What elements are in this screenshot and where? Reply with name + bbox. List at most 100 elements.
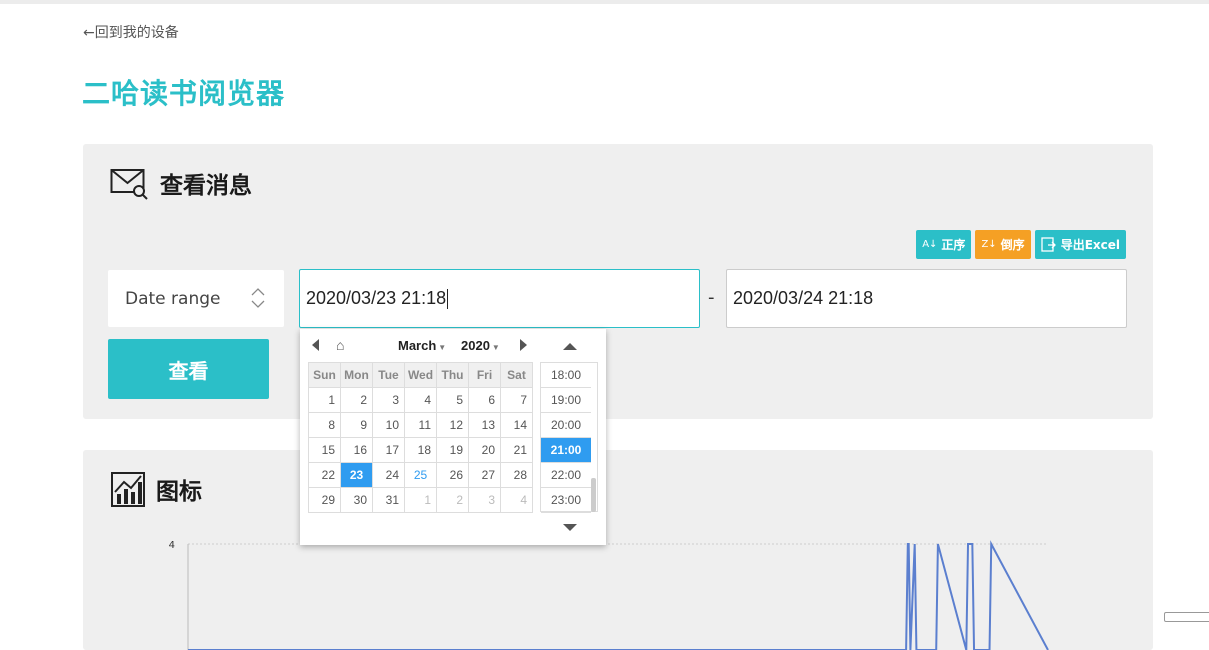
chart-series-line	[188, 540, 1049, 650]
calendar-day[interactable]: 31	[372, 487, 405, 513]
calendar-day[interactable]: 17	[372, 437, 405, 463]
calendar-day[interactable]: 14	[500, 412, 533, 438]
chart-panel: 图标 4	[83, 450, 1153, 650]
weekday-header: Sat	[500, 362, 533, 388]
sort-button-group: A↓ 正序 Z↓ 倒序 导出Excel	[916, 230, 1126, 259]
calendar-day[interactable]: 27	[468, 462, 501, 488]
calendar-day[interactable]: 22	[308, 462, 341, 488]
sort-desc-icon: Z↓	[981, 238, 997, 250]
calendar-day[interactable]: 12	[436, 412, 469, 438]
time-scroll-up-icon[interactable]	[563, 343, 577, 350]
calendar-day[interactable]: 11	[404, 412, 437, 438]
calendar-day[interactable]: 29	[308, 487, 341, 513]
time-option[interactable]: 20:00	[541, 413, 591, 438]
calendar-day[interactable]: 8	[308, 412, 341, 438]
month-dropdown[interactable]: March ▼	[398, 338, 446, 353]
calendar-day[interactable]: 10	[372, 412, 405, 438]
calendar-grid: Sun Mon Tue Wed Thu Fri Sat 1 2 3 4 5 6 7 8 9 10 11 12 13 1…	[308, 362, 533, 513]
corner-widget[interactable]	[1164, 612, 1209, 622]
calendar-week-row: 8 9 10 11 12 13 14	[308, 412, 533, 438]
weekday-header: Fri	[468, 362, 501, 388]
calendar-day[interactable]: 3	[468, 487, 501, 513]
calendar-day[interactable]: 24	[372, 462, 405, 488]
calendar-day[interactable]: 23	[340, 462, 373, 488]
time-option[interactable]: 21:00	[541, 438, 591, 463]
page-title: 二哈读书阅览器	[82, 77, 286, 110]
prev-month-icon[interactable]	[312, 339, 319, 351]
year-label: 2020	[461, 338, 490, 353]
calendar-day[interactable]: 3	[372, 387, 405, 413]
calendar-day[interactable]: 26	[436, 462, 469, 488]
calendar-day[interactable]: 21	[500, 437, 533, 463]
year-dropdown[interactable]: 2020 ▼	[461, 338, 500, 353]
year-chevron-down-icon: ▼	[491, 343, 500, 352]
range-type-value: Date range	[125, 288, 221, 309]
range-type-select[interactable]: Date range	[108, 270, 284, 327]
select-arrows-icon	[251, 288, 265, 308]
calendar-day[interactable]: 25	[404, 462, 437, 488]
weekday-header: Wed	[404, 362, 437, 388]
weekday-header: Thu	[436, 362, 469, 388]
sort-asc-button[interactable]: A↓ 正序	[916, 230, 972, 259]
calendar-day[interactable]: 9	[340, 412, 373, 438]
calendar-day[interactable]: 15	[308, 437, 341, 463]
time-scrollbar[interactable]	[591, 478, 596, 512]
calendar-day[interactable]: 1	[308, 387, 341, 413]
messages-panel-header: 查看消息	[110, 166, 252, 200]
time-scroll-down-icon[interactable]	[563, 524, 577, 531]
time-option[interactable]: 19:00	[541, 388, 591, 413]
calendar-day[interactable]: 1	[404, 487, 437, 513]
end-datetime-input[interactable]: 2020/03/24 21:18	[726, 269, 1127, 328]
calendar-day[interactable]: 4	[500, 487, 533, 513]
sort-desc-button[interactable]: Z↓ 倒序	[975, 230, 1031, 259]
month-chevron-down-icon: ▼	[438, 343, 447, 352]
calendar-week-row: 22 23 24 25 26 27 28	[308, 462, 533, 488]
sort-asc-icon: A↓	[922, 238, 938, 250]
chart-y-tick-label: 4	[169, 540, 175, 551]
time-column: 18:00 19:00 20:00 21:00 22:00 23:00	[540, 337, 598, 537]
export-excel-label: 导出Excel	[1060, 238, 1120, 252]
export-excel-button[interactable]: 导出Excel	[1034, 230, 1126, 259]
calendar-day[interactable]: 2	[340, 387, 373, 413]
mail-search-icon	[110, 169, 148, 200]
calendar-day[interactable]: 30	[340, 487, 373, 513]
datetime-picker: ⌂ March ▼ 2020 ▼ Sun Mon Tue Wed Thu Fri Sat 123…	[300, 329, 606, 545]
view-button[interactable]: 查看	[108, 339, 269, 399]
messages-panel-title: 查看消息	[160, 173, 252, 199]
next-month-icon[interactable]	[520, 339, 527, 351]
sort-asc-label: 正序	[941, 238, 966, 252]
calendar-day[interactable]: 28	[500, 462, 533, 488]
time-list[interactable]: 18:00 19:00 20:00 21:00 22:00 23:00	[540, 362, 598, 513]
calendar-day[interactable]: 6	[468, 387, 501, 413]
messages-panel: 查看消息 A↓ 正序 Z↓ 倒序 导出Excel Date range 2020…	[83, 144, 1153, 419]
start-datetime-input[interactable]: 2020/03/23 21:18	[299, 269, 700, 328]
home-icon[interactable]: ⌂	[336, 337, 344, 353]
time-option[interactable]: 22:00	[541, 463, 591, 488]
weekday-header: Sun	[308, 362, 341, 388]
calendar-day[interactable]: 4	[404, 387, 437, 413]
time-option[interactable]: 18:00	[541, 363, 591, 388]
time-option[interactable]: 23:00	[541, 488, 591, 513]
date-range-separator: -	[708, 287, 715, 308]
sort-desc-label: 倒序	[1000, 238, 1025, 252]
calendar-day[interactable]: 2	[436, 487, 469, 513]
weekday-header: Tue	[372, 362, 405, 388]
start-datetime-value: 2020/03/23 21:18	[306, 288, 447, 308]
export-icon	[1041, 236, 1056, 252]
calendar-week-row: 29 30 31 1 2 3 4	[308, 487, 533, 513]
month-label: March	[398, 338, 437, 353]
calendar-day[interactable]: 5	[436, 387, 469, 413]
calendar-week-row: 15 16 17 18 19 20 21	[308, 437, 533, 463]
end-datetime-value: 2020/03/24 21:18	[733, 288, 874, 308]
calendar-day[interactable]: 16	[340, 437, 373, 463]
calendar-day[interactable]: 18	[404, 437, 437, 463]
calendar-day[interactable]: 19	[436, 437, 469, 463]
weekday-header: Mon	[340, 362, 373, 388]
back-to-devices-link[interactable]: ←回到我的设备	[83, 22, 179, 42]
calendar-day[interactable]: 13	[468, 412, 501, 438]
calendar-day[interactable]: 7	[500, 387, 533, 413]
top-bar	[0, 0, 1209, 4]
calendar-week-row: 1234567	[308, 387, 533, 413]
text-caret	[447, 288, 449, 309]
calendar-day[interactable]: 20	[468, 437, 501, 463]
